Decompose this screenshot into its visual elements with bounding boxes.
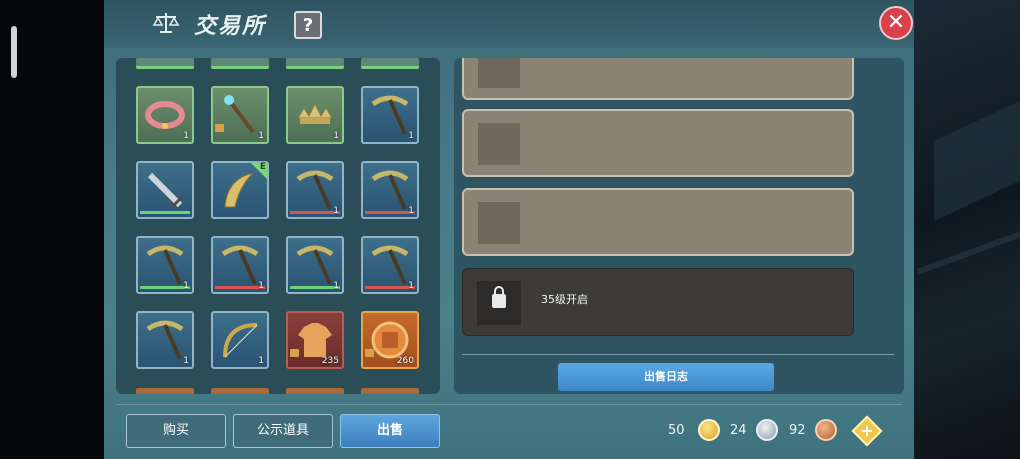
gold-amount: 50 [668,423,685,438]
background-beam [916,231,1020,275]
item-quantity: 1 [258,356,264,366]
thorn-crown-icon [297,102,333,124]
help-button[interactable]: ? [294,11,322,39]
bow-icon [223,323,258,358]
add-currency-button[interactable]: + [851,415,883,447]
title-bar: 交易所 ? ✕ [104,0,914,48]
plus-icon: + [860,421,874,440]
bound-lock-icon [290,349,299,357]
sword-icon [147,172,184,209]
locked-sell-slot: 35级开启 [462,268,854,336]
sell-slot[interactable] [462,188,854,256]
partial-slot [136,388,194,394]
partial-slot [211,58,269,69]
partial-slot [286,388,344,394]
partial-slot [361,58,419,69]
close-button[interactable]: ✕ [879,6,913,40]
item-placeholder [478,202,520,244]
inventory-slot[interactable]: 1 [136,311,194,369]
inventory-panel[interactable]: 1 1 1 1 E 1 1 1 1 1 1 1 1 235 260 [116,58,440,394]
exchange-window: 交易所 ? ✕ 1 1 1 1 E 1 1 1 1 1 1 1 1 235 260 35级开启 出售日志 购… [104,0,914,459]
game-background [914,0,1020,459]
inventory-slot[interactable]: 1 [136,86,194,144]
item-placeholder [478,123,520,165]
equipped-tag-label: E [259,162,266,172]
device-status-pill [11,26,17,78]
item-quantity: 1 [408,131,414,141]
inventory-slot[interactable]: 1 [286,86,344,144]
bound-lock-icon [215,124,224,132]
tab-sell[interactable]: 出售 [340,414,440,448]
partial-slot [211,388,269,394]
item-placeholder [478,58,520,88]
item-quantity: 1 [183,281,189,291]
item-quantity: 1 [408,281,414,291]
inventory-slot[interactable]: 1 [286,161,344,219]
item-quantity: 235 [321,356,339,366]
tab-buy[interactable]: 购买 [126,414,226,448]
bound-lock-icon [365,349,374,357]
lock-body [492,294,506,308]
page-title: 交易所 [194,13,267,39]
pickaxe-icon [371,245,409,285]
pickaxe-icon [221,245,259,285]
inventory-slot[interactable]: 1 [361,161,419,219]
sell-log-panel: 35级开启 出售日志 [454,58,904,394]
item-quantity: 1 [408,206,414,216]
inventory-slot[interactable]: 235 [286,311,344,369]
durability-bar [140,211,190,214]
inventory-slot[interactable]: 1 [361,236,419,294]
partial-slot [286,58,344,69]
item-quantity: 1 [258,131,264,141]
inventory-slot[interactable]: 1 [211,311,269,369]
inventory-slot[interactable] [136,161,194,219]
item-quantity: 1 [333,281,339,291]
inventory-slot[interactable]: 1 [136,236,194,294]
item-quantity: 1 [183,356,189,366]
bronze-coin-icon [815,419,837,441]
inventory-slot[interactable]: 260 [361,311,419,369]
silver-coin-icon [756,419,778,441]
inventory-slot[interactable]: 1 [211,236,269,294]
pickaxe-icon [296,170,334,210]
tab-public-items[interactable]: 公示道具 [233,414,333,448]
item-quantity: 1 [258,281,264,291]
inventory-slot[interactable]: 1 [211,86,269,144]
sell-slot[interactable] [462,109,854,177]
bronze-amount: 92 [789,423,806,438]
background-roof [934,99,1020,221]
silver-amount: 24 [730,423,747,438]
device-left-bar [0,0,104,459]
gold-coin-icon [698,419,720,441]
inventory-slot[interactable]: 1 [286,236,344,294]
item-quantity: 1 [183,131,189,141]
scale-icon [152,13,180,33]
inventory-slot[interactable]: E [211,161,269,219]
pickaxe-icon [296,245,334,285]
collar-icon [145,101,185,129]
inventory-slot[interactable]: 1 [361,86,419,144]
item-quantity: 260 [396,356,414,366]
sell-log-button[interactable]: 出售日志 [558,363,774,391]
item-quantity: 1 [333,131,339,141]
sell-slot[interactable] [462,58,854,100]
item-quantity: 1 [333,206,339,216]
pickaxe-icon [146,245,184,285]
pickaxe-icon [146,320,184,360]
pickaxe-icon [371,95,409,135]
divider [116,404,902,405]
unlock-level-label: 35级开启 [541,293,588,306]
partial-slot [361,388,419,394]
partial-slot [136,58,194,69]
divider [462,354,894,355]
pickaxe-icon [371,170,409,210]
